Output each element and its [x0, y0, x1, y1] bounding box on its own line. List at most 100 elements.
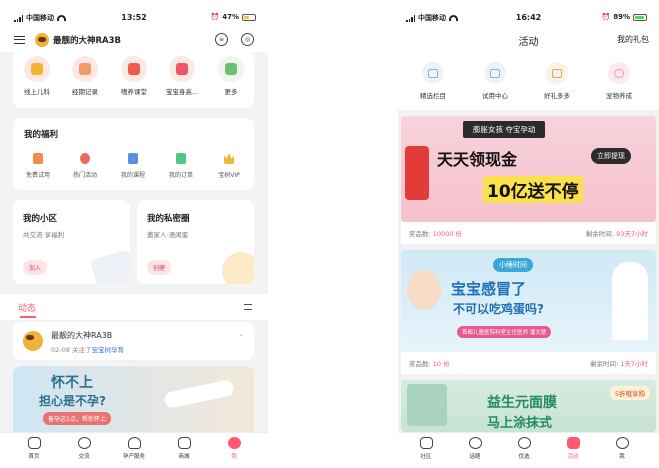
tab-underline	[20, 316, 36, 318]
battery-icon	[633, 13, 647, 21]
pediatrics-icon	[24, 56, 50, 82]
banner-line2: 不可以吃鸡蛋吗?	[453, 302, 544, 316]
top-bar: 活动 我的礼包	[398, 28, 659, 52]
tool-online-pediatrics[interactable]: 线上儿科	[18, 56, 56, 96]
nav-topics[interactable]: 话题	[455, 437, 495, 460]
benefit-my-courses[interactable]: 我的课程	[115, 153, 151, 179]
activity-banner-cash[interactable]: 膨胀女孩 夺宝孕动 天天领现金 立即提现 10亿送不停	[401, 116, 656, 222]
balloon-icon	[67, 153, 103, 165]
my-gift-link[interactable]: 我的礼包	[617, 34, 649, 45]
list-icon[interactable]	[244, 304, 252, 310]
prize-count: 奖品数: 10 份	[409, 360, 450, 368]
feed-post[interactable]: 最靓的大神RA3B 02-08 关注了宝宝树孕育 ⌄	[13, 322, 254, 360]
banner-line1: 宝宝感冒了	[451, 280, 527, 298]
banner-tag: 小睡时间	[493, 258, 533, 272]
home-icon	[419, 437, 433, 449]
create-button[interactable]: 创建	[147, 260, 172, 275]
banner-line2: 担心是不孕?	[39, 394, 106, 408]
top-bar: 最靓的大神RA3B ≡ ◎	[0, 28, 268, 52]
nav-select[interactable]: 优选	[504, 437, 544, 460]
crown-icon	[211, 153, 247, 165]
battery-level	[244, 15, 249, 19]
order-icon	[163, 153, 199, 165]
join-button[interactable]: 加入	[23, 260, 48, 275]
star-icon	[422, 62, 444, 84]
gift-icon	[546, 62, 568, 84]
activity-banner-mask[interactable]: 益生元面膜 马上涂抹式 5折哦享购	[401, 380, 656, 432]
post-author: 最靓的大神RA3B	[51, 331, 113, 340]
trial-icon	[20, 153, 56, 165]
menu-icon[interactable]	[14, 36, 25, 44]
battery-level	[635, 15, 644, 19]
me-icon	[227, 437, 241, 449]
nav-home[interactable]: 首页	[14, 437, 54, 460]
services-icon	[127, 437, 141, 449]
withdraw-button[interactable]: 立即提现	[591, 148, 631, 164]
avatar[interactable]	[35, 33, 49, 47]
grid-icon	[218, 56, 244, 82]
course-icon	[115, 153, 151, 165]
right-phone-screen: 中国移动 16:42 ⏰ 89% 活动 我的礼包 精选栏目 试用中心 好礼多多 …	[398, 0, 659, 468]
community-title: 我的小区	[23, 214, 58, 224]
topic-icon	[468, 437, 482, 449]
left-phone-screen: 中国移动 13:52 ⏰ 47% 最靓的大神RA3B ≡ ◎ 线上儿科 经期记录…	[0, 0, 268, 468]
nav-activity[interactable]: 活动	[553, 437, 593, 460]
nav-gifts[interactable]: 好礼多多	[532, 62, 582, 100]
feed-tabbar: 动态	[0, 294, 268, 320]
nav-mall[interactable]: 商城	[164, 437, 204, 460]
bag-icon	[177, 437, 191, 449]
benefit-vip[interactable]: 宝树VIP	[211, 153, 247, 179]
tool-baby-height[interactable]: 宝宝身高...	[163, 56, 201, 96]
circle-title: 我的私密圈	[147, 214, 190, 224]
benefit-free-trial[interactable]: 免费试用	[20, 153, 56, 179]
activity-meta: 奖品数: 10 份 剩余时间: 1天7小时	[401, 352, 656, 374]
activity-nav: 精选栏目 试用中心 好礼多多 宠物养成	[398, 52, 659, 110]
nav-featured[interactable]: 精选栏目	[408, 62, 458, 100]
nav-chat[interactable]: 交流	[64, 437, 104, 460]
bottom-nav: 首页 交流 孕产服务 商城 我	[0, 432, 268, 468]
tool-parenting-class[interactable]: 嗜养课堂	[115, 56, 153, 96]
baby-image	[407, 270, 441, 310]
private-circle-card[interactable]: 我的私密圈 邀家人·语闺蜜 创建	[137, 200, 254, 284]
test-strip-image	[163, 378, 235, 410]
tool-more[interactable]: 更多	[212, 56, 250, 96]
tool-period-record[interactable]: 经期记录	[66, 56, 104, 96]
nav-me[interactable]: 我	[214, 437, 254, 460]
community-card[interactable]: 我的小区 共交流·享福利 加入	[13, 200, 130, 284]
pet-icon	[608, 62, 630, 84]
post-avatar[interactable]	[23, 331, 43, 351]
banner-sub: 备孕这1点，帮你怀上	[43, 412, 111, 425]
benefits-title: 我的福利	[24, 130, 59, 140]
alarm-icon: ⏰	[210, 13, 220, 21]
nav-me[interactable]: 我	[602, 437, 642, 460]
nav-trial-center[interactable]: 试用中心	[470, 62, 520, 100]
prize-count: 奖品数: 10000 份	[409, 230, 463, 238]
height-icon	[169, 56, 195, 82]
chat-icon	[77, 437, 91, 449]
banner-line2: 10亿送不停	[483, 176, 583, 203]
nav-pet[interactable]: 宠物养成	[594, 62, 644, 100]
megaphone-icon	[90, 249, 130, 284]
time-left: 剩余时间: 1天7小时	[589, 360, 648, 368]
doctor-image	[612, 262, 648, 340]
calendar-icon	[72, 56, 98, 82]
message-icon[interactable]: ≡	[215, 33, 228, 46]
mascot-image	[405, 146, 429, 200]
settings-icon[interactable]: ◎	[241, 33, 254, 46]
benefit-my-orders[interactable]: 我的订单	[163, 153, 199, 179]
mask-image	[407, 384, 447, 426]
tab-feed[interactable]: 动态	[18, 301, 36, 314]
nav-community[interactable]: 社区	[406, 437, 446, 460]
nav-services[interactable]: 孕产服务	[114, 437, 154, 460]
activity-banner-baby-cold[interactable]: 小睡时间 宝宝感冒了 不可以吃鸡蛋吗? 首都儿童医院科室主任医师 潘文慧	[401, 250, 656, 352]
trial-icon	[484, 62, 506, 84]
feed-banner[interactable]: 怀不上 担心是不孕? 备孕这1点，帮你怀上	[13, 366, 254, 438]
post-link[interactable]: 宝宝树孕育	[91, 346, 124, 354]
banner-title: 怀不上	[51, 375, 93, 391]
username: 最靓的大神RA3B	[53, 36, 122, 46]
benefit-hot-events[interactable]: 热门活动	[67, 153, 103, 179]
chevron-down-icon[interactable]: ⌄	[238, 330, 244, 338]
alarm-icon: ⏰	[601, 13, 611, 21]
home-icon	[27, 437, 41, 449]
battery-percent: 89%	[613, 13, 630, 21]
